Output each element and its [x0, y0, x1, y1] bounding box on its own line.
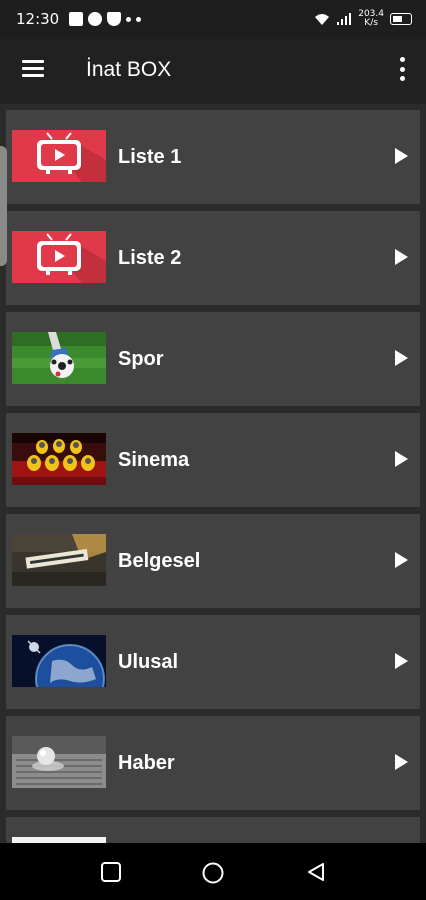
network-speed: 203.4 K/s	[358, 10, 384, 28]
list-item-label: Spor	[118, 348, 164, 370]
home-circle-icon[interactable]	[201, 861, 225, 885]
navigation-bar	[0, 843, 426, 900]
list-item-liste-2[interactable]: Liste 2	[6, 211, 420, 305]
play-arrow-icon	[395, 451, 408, 467]
tv-play-thumbnail	[12, 231, 106, 283]
status-time: 12:30	[16, 10, 60, 28]
list-item-liste-1[interactable]: Liste 1	[6, 110, 420, 204]
status-bar: 12:30 203.4 K/s	[0, 0, 426, 38]
list-item-label: Liste 2	[118, 247, 182, 269]
shield-notification-icon	[107, 12, 122, 26]
earth-thumbnail	[12, 635, 106, 687]
list-item-partial[interactable]	[6, 817, 420, 843]
list-item-label: Ulusal	[118, 651, 179, 673]
status-right: 203.4 K/s	[314, 0, 412, 38]
list-item-label: Sinema	[118, 449, 190, 471]
list-item-label: Haber	[118, 752, 175, 774]
play-arrow-icon	[395, 350, 408, 366]
network-speed-unit: K/s	[364, 18, 378, 28]
list-item-sinema[interactable]: Sinema	[6, 413, 420, 507]
category-list[interactable]: Liste 1 Liste 2 Spor Sinema Belgesel Ulu…	[0, 104, 426, 843]
play-arrow-icon	[395, 653, 408, 669]
more-notifications-dot-icon	[126, 16, 132, 22]
newspaper-thumbnail	[12, 736, 106, 788]
list-item-spor[interactable]: Spor	[6, 312, 420, 406]
more-vert-icon[interactable]	[394, 57, 410, 81]
list-item-haber[interactable]: Haber	[6, 716, 420, 810]
scroll-handle[interactable]	[0, 146, 7, 266]
documentary-thumbnail	[12, 534, 106, 586]
battery-icon	[390, 13, 412, 25]
list-item-label: Belgesel	[118, 550, 201, 572]
chat-notification-icon	[88, 12, 103, 26]
notification-icons	[69, 12, 142, 26]
news-notification-icon	[69, 12, 84, 26]
more-notifications-dot-icon	[136, 16, 142, 22]
signal-icon	[337, 12, 352, 25]
play-arrow-icon	[395, 754, 408, 770]
app-bar: İnat BOX	[0, 38, 426, 104]
play-arrow-icon	[395, 552, 408, 568]
minions-cinema-thumbnail	[12, 433, 106, 485]
recents-square-icon[interactable]	[100, 861, 122, 883]
hamburger-menu-icon[interactable]	[22, 60, 44, 78]
wifi-icon	[315, 13, 330, 25]
play-arrow-icon	[395, 249, 408, 265]
list-item-label: Liste 1	[118, 146, 182, 168]
list-item-belgesel[interactable]: Belgesel	[6, 514, 420, 608]
play-arrow-icon	[395, 148, 408, 164]
tv-play-thumbnail	[12, 130, 106, 182]
app-title: İnat BOX	[86, 58, 172, 81]
list-item-ulusal[interactable]: Ulusal	[6, 615, 420, 709]
back-triangle-icon[interactable]	[305, 861, 327, 883]
football-thumbnail	[12, 332, 106, 384]
